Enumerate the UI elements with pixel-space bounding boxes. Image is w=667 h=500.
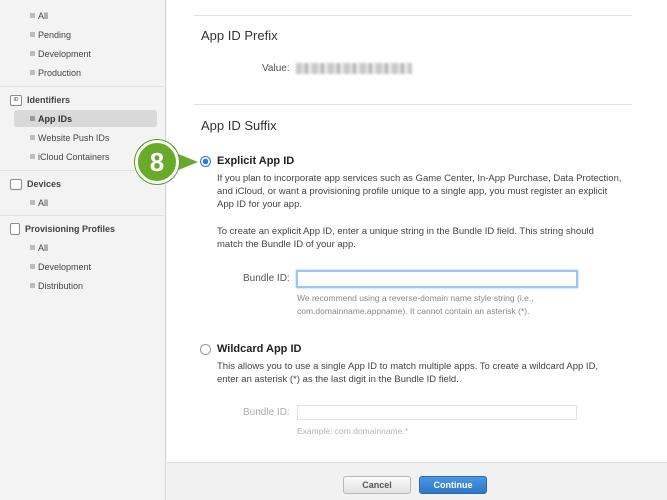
explicit-instructions: To create an explicit App ID, enter a un… (217, 226, 594, 250)
sidebar-item-label: All (38, 242, 49, 253)
bundle-id-label: Bundle ID: (243, 273, 290, 284)
section-heading-identifiers: ID Identifiers (10, 92, 70, 108)
sidebar-item-label: Production (38, 67, 82, 78)
sidebar-item-label: iCloud Containers (38, 151, 110, 162)
sidebar-item-development[interactable]: Development (14, 45, 157, 62)
step-badge-arrow (176, 153, 198, 171)
wildcard-description: This allows you to use a single App ID t… (217, 361, 599, 385)
prefix-value-label: Value: (262, 63, 290, 74)
bullet-icon (30, 70, 35, 75)
prefix-section-title: App ID Prefix (201, 28, 278, 43)
sidebar-item-pending[interactable]: Pending (14, 26, 157, 43)
step-badge: 8 (135, 140, 179, 184)
divider (194, 15, 632, 16)
footer-bar: Cancel Continue (167, 462, 667, 500)
wildcard-bundle-id-hint: Example: com.domainname.* (297, 426, 409, 436)
bullet-icon (30, 154, 35, 159)
section-heading-provisioning-profiles: Provisioning Profiles (10, 221, 115, 237)
bundle-id-input[interactable] (296, 270, 578, 288)
sidebar-item-devices-all[interactable]: All (14, 194, 157, 211)
wildcard-bundle-id-input[interactable] (297, 405, 577, 420)
bullet-icon (30, 283, 35, 288)
section-heading-label: Identifiers (27, 95, 71, 105)
continue-button[interactable]: Continue (419, 476, 487, 494)
explicit-app-id-title: Explicit App ID (217, 155, 295, 167)
explicit-description: If you plan to incorporate app services … (217, 173, 622, 210)
bullet-icon (30, 200, 35, 205)
sidebar-item-label: Pending (38, 29, 72, 40)
bullet-icon (30, 13, 35, 18)
id-card-icon: ID (10, 94, 22, 106)
cancel-button[interactable]: Cancel (343, 476, 411, 494)
sidebar-item-certs-all[interactable]: All (14, 7, 157, 24)
bullet-icon (30, 116, 35, 121)
sidebar-item-label: All (38, 197, 49, 208)
sidebar-item-label: All (38, 10, 49, 21)
sidebar-item-label: App IDs (38, 113, 73, 124)
bundle-id-hint: We recommend using a reverse-domain name… (297, 293, 534, 316)
section-heading-devices: Devices (10, 176, 61, 192)
sidebar: All Pending Development Production ID Id… (0, 0, 166, 500)
sidebar-item-label: Website Push IDs (38, 132, 110, 143)
sidebar-item-app-ids[interactable]: App IDs (14, 110, 157, 127)
document-icon (10, 223, 20, 235)
sidebar-item-profiles-development[interactable]: Development (14, 258, 157, 275)
redacted-value (295, 63, 412, 74)
sidebar-item-profiles-distribution[interactable]: Distribution (14, 277, 157, 294)
divider (0, 215, 166, 216)
wildcard-bundle-id-label: Bundle ID: (243, 407, 290, 418)
bullet-icon (30, 245, 35, 250)
divider (0, 86, 166, 87)
wildcard-app-id-title: Wildcard App ID (217, 343, 302, 355)
bullet-icon (30, 51, 35, 56)
suffix-section-title: App ID Suffix (201, 118, 277, 133)
explicit-app-id-radio[interactable] (200, 156, 211, 167)
sidebar-item-production[interactable]: Production (14, 64, 157, 81)
prefix-value-row: Value: (262, 63, 412, 74)
bullet-icon (30, 135, 35, 140)
sidebar-item-label: Development (38, 48, 92, 59)
sidebar-item-website-push-ids[interactable]: Website Push IDs (14, 129, 157, 146)
sidebar-item-label: Development (38, 261, 92, 272)
sidebar-item-profiles-all[interactable]: All (14, 239, 157, 256)
wildcard-app-id-radio[interactable] (200, 344, 211, 355)
bullet-icon (30, 264, 35, 269)
bullet-icon (30, 32, 35, 37)
divider (194, 104, 632, 105)
section-heading-label: Devices (27, 179, 62, 189)
sidebar-item-label: Distribution (38, 280, 84, 291)
main-panel: App ID Prefix Value: App ID Suffix Expli… (167, 0, 667, 462)
device-icon (10, 178, 22, 190)
section-heading-label: Provisioning Profiles (25, 224, 116, 234)
